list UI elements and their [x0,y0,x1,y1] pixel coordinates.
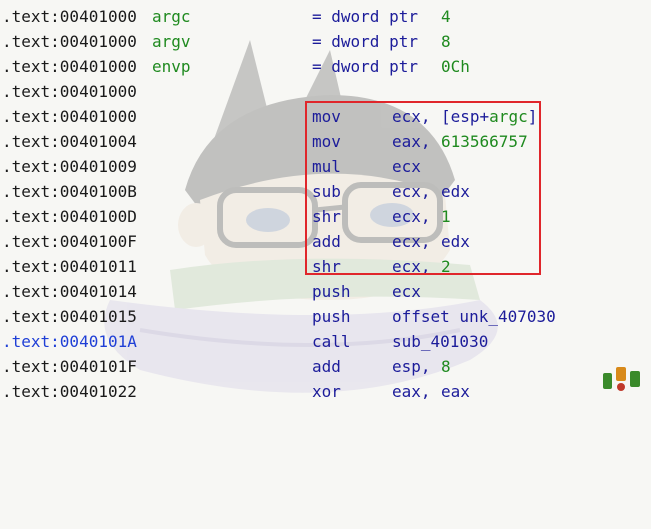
listing-row[interactable]: .text:0040100F add ecx, edx [0,229,651,254]
stack-var-offset: 4 [441,7,451,26]
operand-1[interactable]: ecx, [392,104,431,129]
operand-2[interactable]: 8 [441,354,451,379]
operand-2[interactable]: 1 [441,204,451,229]
listing-row[interactable]: .text:0040100D shr ecx, 1 [0,204,651,229]
operand-2[interactable]: 613566757 [441,129,528,154]
mnemonic: sub [312,182,341,201]
address: .text:00401000 [2,32,137,51]
listing-row[interactable]: .text:00401015 push offset unk_407030 [0,304,651,329]
stack-var-type: = dword ptr [312,57,418,76]
operand-2-close: ] [527,107,538,126]
mnemonic: push [312,282,351,301]
mnemonic: mov [312,107,341,126]
operand-1[interactable]: ecx, [392,254,431,279]
address: .text:00401000 [2,82,137,101]
listing-row-current[interactable]: .text:0040101A call sub_401030 [0,329,651,354]
listing-row[interactable]: .text:00401009 mul ecx [0,154,651,179]
operand-1[interactable]: eax, [392,129,431,154]
operand-1[interactable]: eax, [392,379,431,404]
address: .text:00401000 [2,7,137,26]
mnemonic: call [312,332,351,351]
address: .text:0040100D [2,207,137,226]
operand-1[interactable]: ecx [392,279,421,304]
mnemonic: shr [312,257,341,276]
mnemonic: xor [312,382,341,401]
listing-row[interactable]: .text:0040100B sub ecx, edx [0,179,651,204]
listing-row[interactable]: .text:00401000 [0,79,651,104]
operand-1[interactable]: sub_401030 [392,329,488,354]
listing-row[interactable]: .text:00401000 argc = dword ptr 4 [0,4,651,29]
operand-2[interactable]: edx [441,179,470,204]
operand-2-base: [esp+ [441,107,490,126]
operand-2-symbol[interactable]: argc [489,107,528,126]
address: .text:0040101A [2,332,137,351]
listing-row[interactable]: .text:00401014 push ecx [0,279,651,304]
stack-var-type: = dword ptr [312,7,418,26]
address: .text:0040100F [2,232,137,251]
stack-var-name[interactable]: envp [152,54,191,79]
operand-2[interactable]: edx [441,229,470,254]
listing-row[interactable]: .text:00401000 mov ecx, [esp+argc] [0,104,651,129]
mnemonic: add [312,232,341,251]
address: .text:00401000 [2,57,137,76]
operand-1[interactable]: ecx [392,154,421,179]
listing-row[interactable]: .text:00401000 envp = dword ptr 0Ch [0,54,651,79]
listing-row[interactable]: .text:00401000 argv = dword ptr 8 [0,29,651,54]
operand-2[interactable]: eax [441,379,470,404]
disassembly-listing: .text:00401000 argc = dword ptr 4 .text:… [0,4,651,404]
address: .text:00401011 [2,257,137,276]
listing-row[interactable]: .text:00401022 xor eax, eax [0,379,651,404]
address: .text:00401015 [2,307,137,326]
stack-var-name[interactable]: argv [152,29,191,54]
mnemonic: mov [312,132,341,151]
address: .text:00401014 [2,282,137,301]
listing-row[interactable]: .text:0040101F add esp, 8 [0,354,651,379]
address: .text:00401009 [2,157,137,176]
operand-1[interactable]: ecx, [392,229,431,254]
stack-var-type: = dword ptr [312,32,418,51]
stack-var-offset: 0Ch [441,57,470,76]
operand-1[interactable]: ecx, [392,179,431,204]
site-logo-stamp [603,367,640,391]
operand-1[interactable]: offset unk_407030 [392,304,556,329]
address: .text:00401022 [2,382,137,401]
address: .text:00401004 [2,132,137,151]
address: .text:00401000 [2,107,137,126]
address: .text:0040100B [2,182,137,201]
stack-var-offset: 8 [441,32,451,51]
operand-2[interactable]: 2 [441,254,451,279]
operand-2[interactable]: [esp+argc] [441,104,537,129]
listing-row[interactable]: .text:00401004 mov eax, 613566757 [0,129,651,154]
listing-row[interactable]: .text:00401011 shr ecx, 2 [0,254,651,279]
mnemonic: shr [312,207,341,226]
stack-var-name[interactable]: argc [152,4,191,29]
operand-1[interactable]: ecx, [392,204,431,229]
mnemonic: push [312,307,351,326]
mnemonic: add [312,357,341,376]
address: .text:0040101F [2,357,137,376]
mnemonic: mul [312,157,341,176]
operand-1[interactable]: esp, [392,354,431,379]
